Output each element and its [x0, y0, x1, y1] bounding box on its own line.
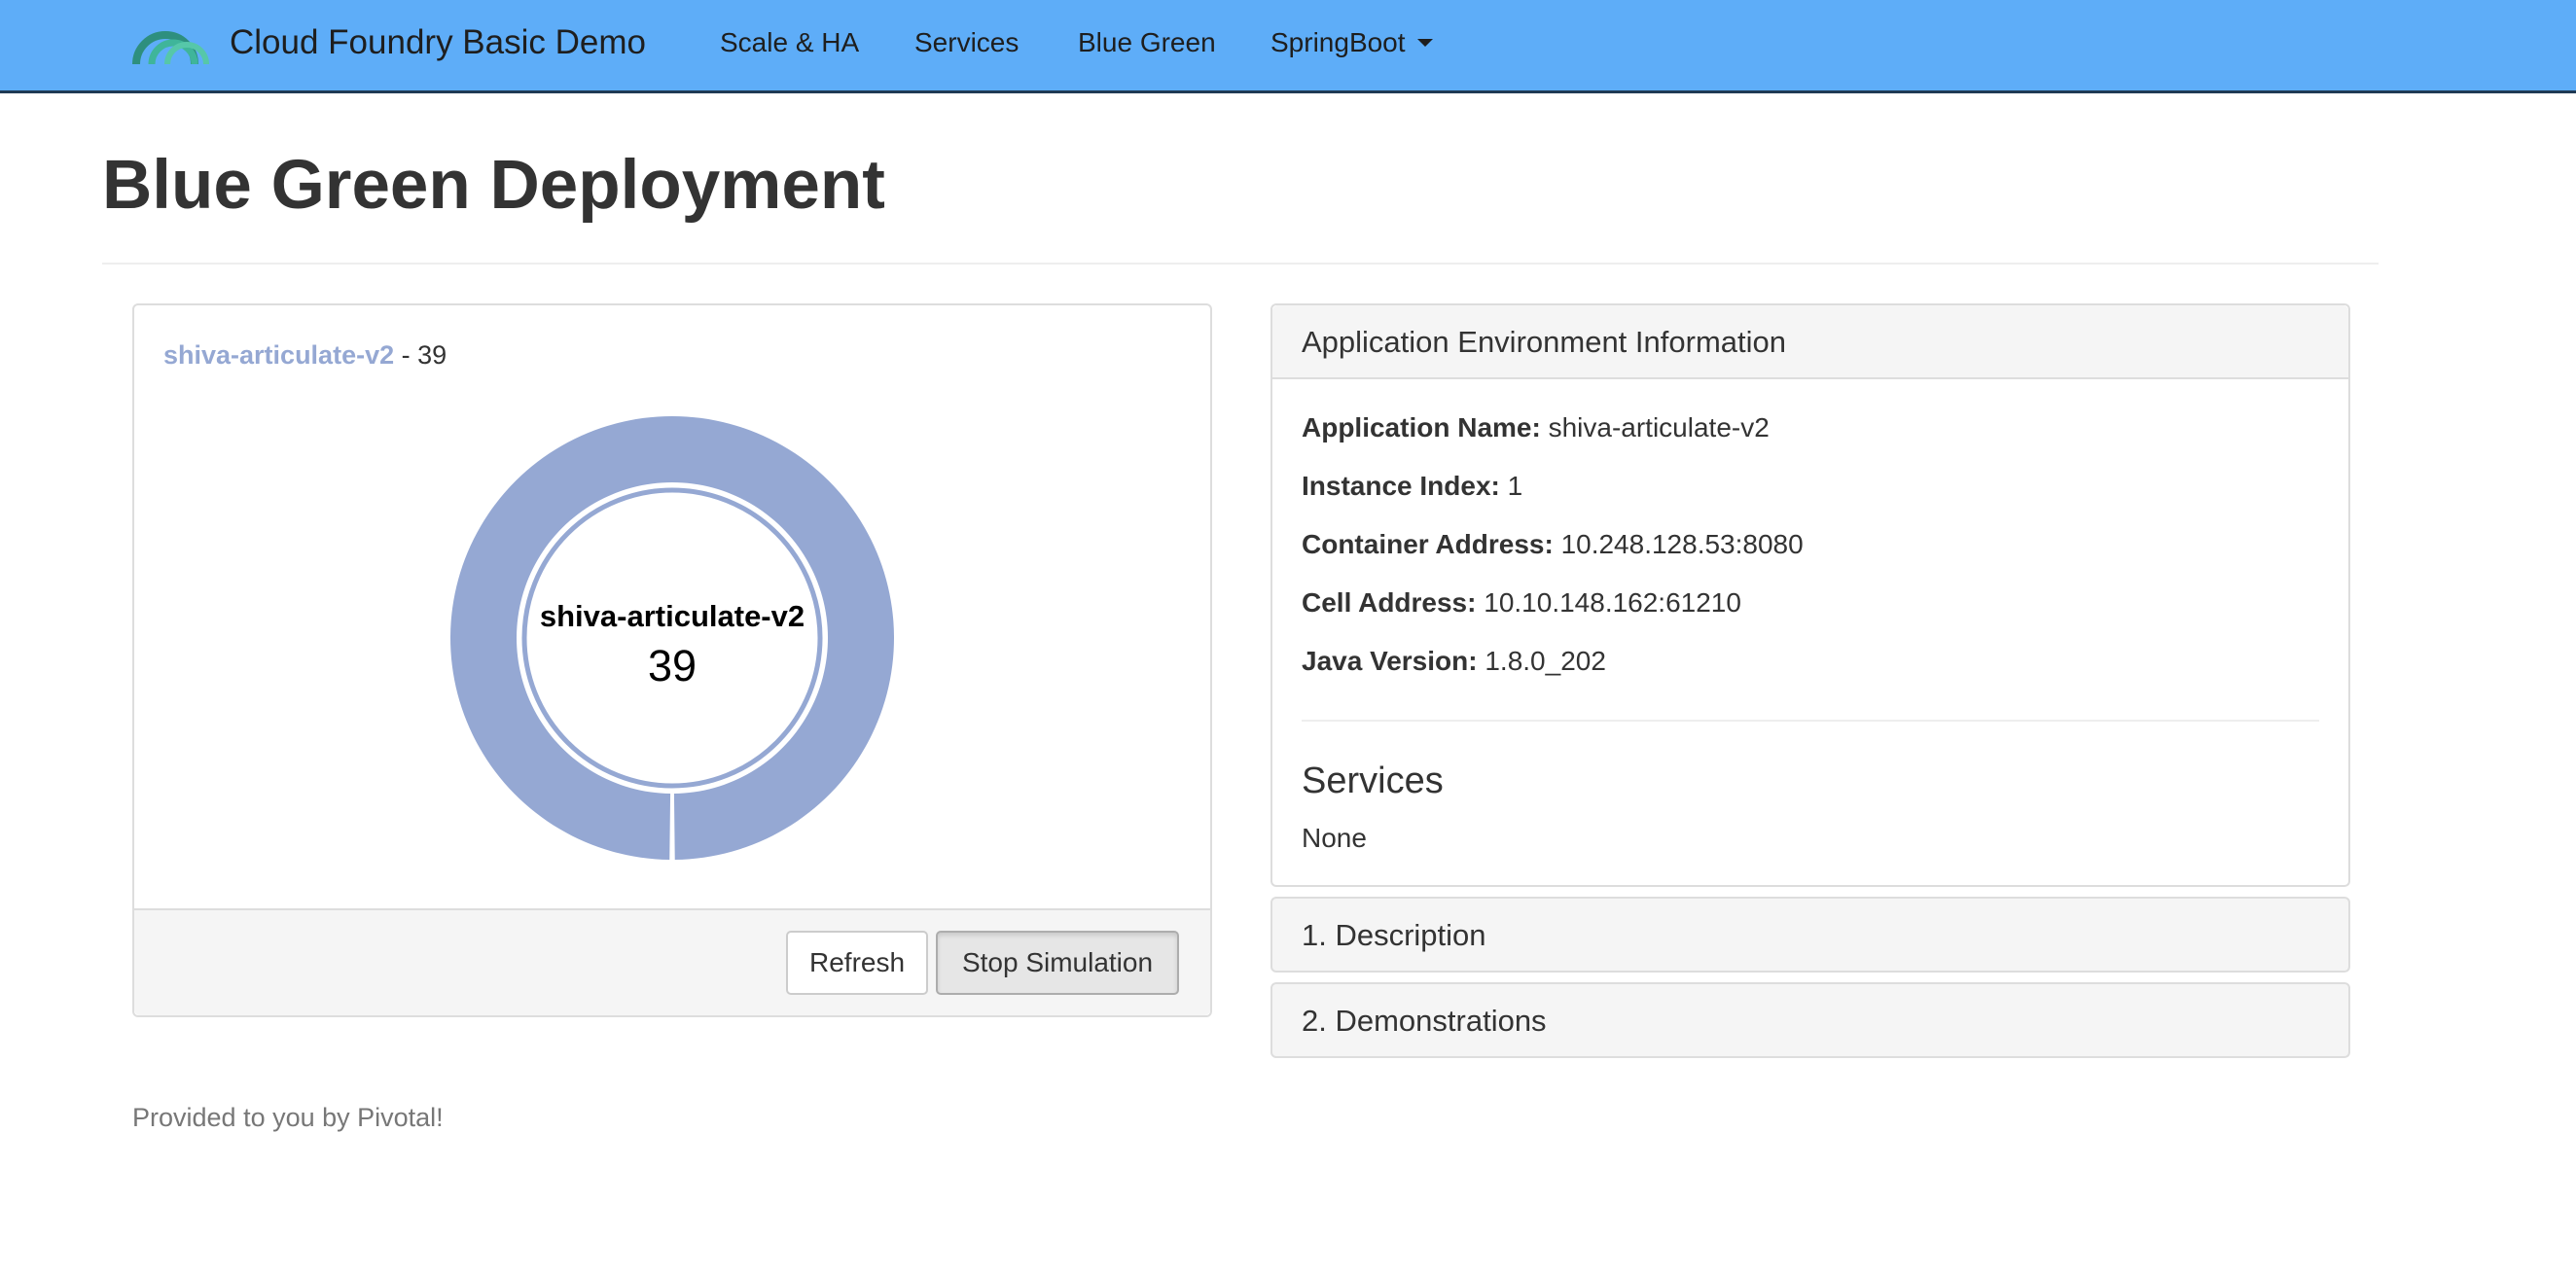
info-row-cell-address: Cell Address: 10.10.148.162:61210: [1302, 587, 1741, 619]
donut-center-label: shiva-articulate-v2: [540, 599, 805, 633]
brand-title[interactable]: Cloud Foundry Basic Demo: [230, 23, 646, 62]
services-heading: Services: [1302, 761, 1444, 801]
env-info-panel: Application Environment Information Appl…: [1270, 303, 2350, 887]
info-row-container-address: Container Address: 10.248.128.53:8080: [1302, 529, 1804, 560]
info-row-java-version: Java Version: 1.8.0_202: [1302, 646, 1606, 677]
donut-chart: shiva-articulate-v2 39: [450, 416, 894, 860]
nav-blue-green[interactable]: Blue Green: [1078, 27, 1216, 58]
accordion-demonstrations-title[interactable]: 2. Demonstrations: [1302, 1004, 1547, 1039]
cloud-foundry-logo-icon[interactable]: [128, 4, 212, 66]
info-value: 10.248.128.53:8080: [1560, 529, 1804, 559]
top-navbar: Cloud Foundry Basic Demo Scale & HA Serv…: [0, 0, 2576, 93]
info-label: Application Name:: [1302, 412, 1541, 442]
info-label: Container Address:: [1302, 529, 1554, 559]
footer-text: Provided to you by Pivotal!: [132, 1103, 444, 1132]
info-value: 10.10.148.162:61210: [1484, 587, 1741, 618]
info-label: Instance Index:: [1302, 471, 1500, 501]
accordion-description[interactable]: 1. Description: [1270, 897, 2350, 973]
nav-services[interactable]: Services: [914, 27, 1019, 58]
info-row-instance-index: Instance Index: 1: [1302, 471, 1522, 502]
env-info-title: Application Environment Information: [1302, 325, 1786, 359]
nav-scale-ha[interactable]: Scale & HA: [720, 27, 859, 58]
chart-panel-footer: Refresh Stop Simulation: [134, 908, 1210, 1015]
title-divider: [102, 263, 2379, 265]
info-row-app-name: Application Name: shiva-articulate-v2: [1302, 412, 1770, 443]
refresh-button[interactable]: Refresh: [786, 931, 928, 995]
chart-panel: shiva-articulate-v2 - 39 shiva-articulat…: [132, 303, 1212, 1017]
donut-inner-ring: [521, 487, 823, 789]
info-value: 1.8.0_202: [1485, 646, 1606, 676]
nav-springboot-dropdown[interactable]: SpringBoot: [1270, 27, 1433, 58]
info-value: shiva-articulate-v2: [1548, 412, 1770, 442]
accordion-demonstrations[interactable]: 2. Demonstrations: [1270, 982, 2350, 1058]
page-title: Blue Green Deployment: [102, 147, 885, 224]
services-value: None: [1302, 823, 1367, 853]
env-info-heading: Application Environment Information: [1272, 305, 2348, 379]
donut-center-value: 39: [648, 641, 697, 690]
stop-simulation-button[interactable]: Stop Simulation: [936, 931, 1179, 995]
accordion-description-title[interactable]: 1. Description: [1302, 918, 1486, 953]
nav-springboot-label: SpringBoot: [1270, 27, 1406, 57]
info-label: Cell Address:: [1302, 587, 1477, 618]
info-label: Java Version:: [1302, 646, 1478, 676]
services-divider: [1302, 720, 2319, 722]
info-value: 1: [1507, 471, 1523, 501]
caret-down-icon: [1416, 38, 1433, 47]
